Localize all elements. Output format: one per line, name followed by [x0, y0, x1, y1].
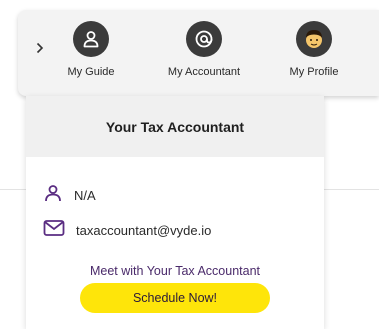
at-sign-icon	[186, 21, 222, 57]
accountant-name-row: N/A	[43, 183, 96, 208]
avatar-icon	[296, 21, 332, 57]
nav-label-my-guide: My Guide	[67, 66, 115, 78]
meet-with-accountant-text: Meet with Your Tax Accountant	[89, 264, 261, 278]
nav-item-my-profile[interactable]: My Profile	[269, 21, 359, 85]
tax-accountant-card: Your Tax Accountant N/A taxaccountant@vy…	[26, 96, 324, 329]
accountant-email-row: taxaccountant@vyde.io	[43, 219, 211, 242]
card-title: Your Tax Accountant	[26, 96, 324, 157]
person-icon	[73, 21, 109, 57]
nav-item-my-accountant[interactable]: My Accountant	[159, 21, 249, 85]
accountant-name: N/A	[74, 188, 96, 203]
nav-label-my-accountant: My Accountant	[167, 66, 241, 78]
schedule-now-button[interactable]: Schedule Now!	[80, 283, 270, 313]
nav-label-my-profile: My Profile	[289, 66, 339, 78]
page: My Guide My Accountant My Profile Your T…	[0, 0, 379, 329]
chevron-right-icon[interactable]	[34, 40, 46, 56]
accountant-email[interactable]: taxaccountant@vyde.io	[76, 223, 211, 238]
person-outline-icon	[43, 183, 63, 208]
nav-item-my-guide[interactable]: My Guide	[46, 21, 136, 85]
envelope-icon	[43, 219, 65, 242]
